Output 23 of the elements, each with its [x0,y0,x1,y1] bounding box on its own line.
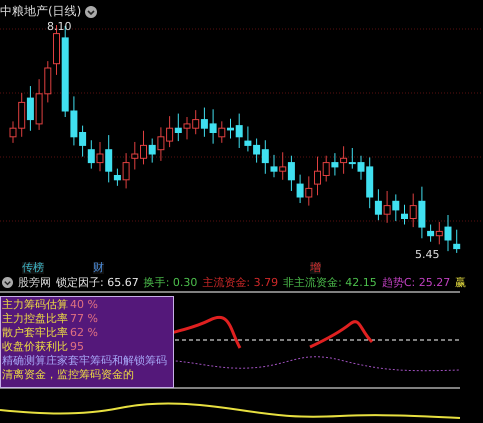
low-price-label: 5.45 [415,248,440,261]
info-label: 主力筹码估算 [2,298,68,312]
event-marker[interactable]: 传榜 [22,262,44,274]
event-marker[interactable]: 财 [93,262,104,274]
info-value: 77 % [70,312,98,326]
info-label: 散户套牢比率 [2,326,68,340]
high-price-label: 8.10 [47,20,72,33]
info-note: 清离资金，监控筹码资金的 [2,368,135,382]
indicator-value: 趋势C: 25.27 [382,274,450,290]
info-label: 主力控盘比率 [2,312,68,326]
indicator-value: 赢 [455,274,466,290]
indicator-value: 换手: 0.30 [144,274,198,290]
indicator-value: 非主流资金: 42.15 [283,274,377,290]
indicator-value: 锁定因子: 65.67 [56,274,139,290]
info-value: 95 [70,340,84,354]
info-label: 收盘价获利比 [2,340,68,354]
chart-title: 中粮地产(日线) [0,3,82,20]
info-value: 40 % [70,298,98,312]
indicator-name: 股旁网 [18,274,51,290]
indicator-value: 主流资金: 3.79 [202,274,278,290]
event-marker[interactable]: 增 [310,262,321,274]
info-note: 精确测算庄家套牢筹码和解锁筹码 [2,354,167,368]
info-value: 62 % [70,326,98,340]
